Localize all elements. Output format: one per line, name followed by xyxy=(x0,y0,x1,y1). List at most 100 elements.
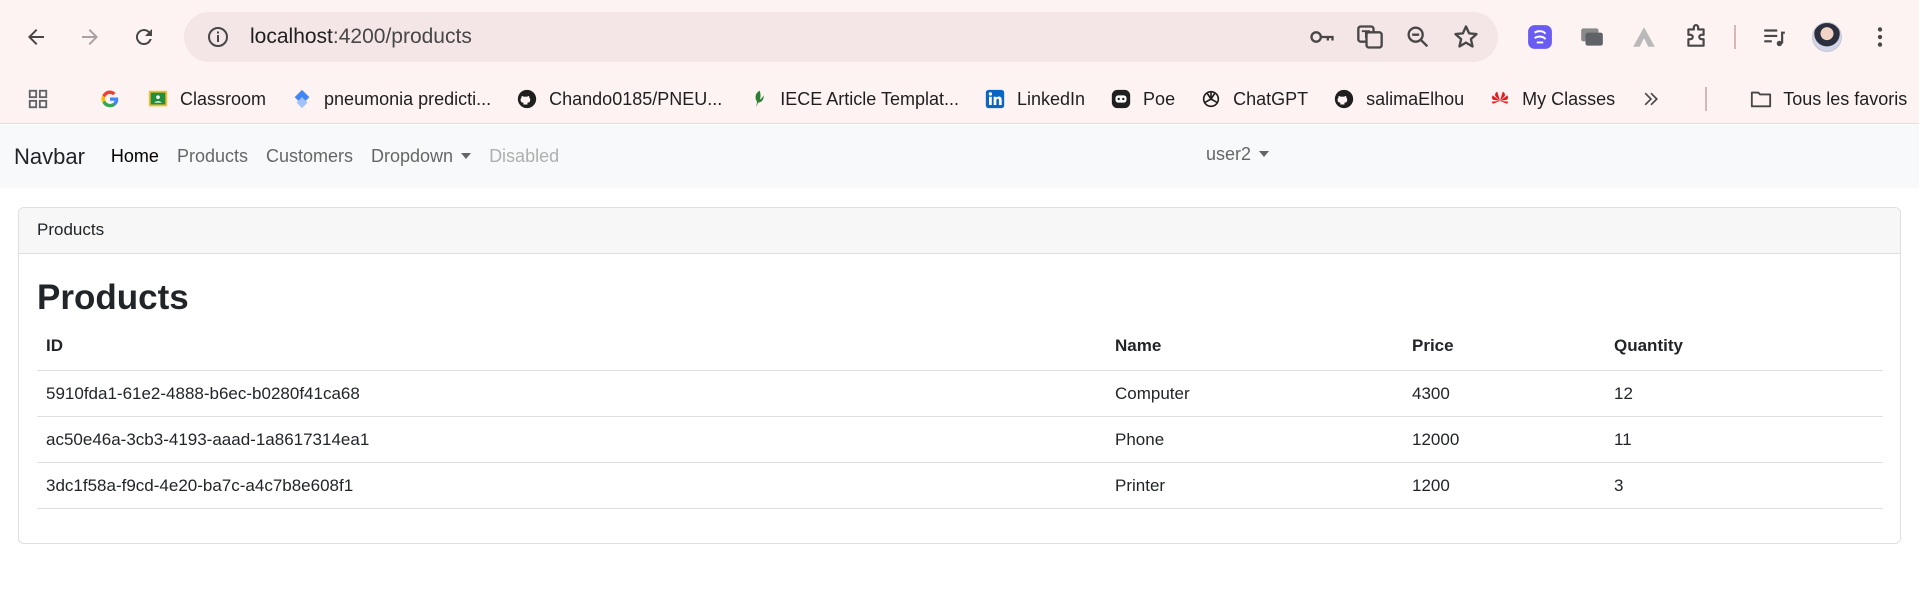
bookmarks-overflow-button[interactable] xyxy=(1639,87,1663,111)
products-table: ID Name Price Quantity 5910fda1-61e2-488… xyxy=(37,336,1883,509)
table-header-row: ID Name Price Quantity xyxy=(37,336,1883,371)
bookmark-linkedin[interactable]: LinkedIn xyxy=(983,87,1085,111)
extensions-puzzle-icon[interactable] xyxy=(1682,23,1710,51)
nav-dropdown[interactable]: Dropdown xyxy=(371,146,472,167)
column-header-quantity: Quantity xyxy=(1605,336,1883,371)
bookmark-label: Poe xyxy=(1143,88,1176,109)
forward-arrow-icon xyxy=(82,29,98,45)
page-title: Products xyxy=(37,278,189,317)
url-path: :4200/products xyxy=(332,25,472,48)
bookmark-chando[interactable]: Chando0185/PNEU... xyxy=(515,87,722,111)
cell-quantity: 11 xyxy=(1605,416,1883,463)
user-dropdown[interactable]: user2 xyxy=(1206,144,1270,165)
profile-avatar[interactable] xyxy=(1812,22,1842,52)
nav-link-customers[interactable]: Customers xyxy=(266,146,353,167)
column-header-name: Name xyxy=(1106,336,1403,371)
caret-down-icon xyxy=(461,153,472,159)
bookmark-salima[interactable]: salimaElhou xyxy=(1332,87,1464,111)
zoom-icon[interactable] xyxy=(1404,23,1432,51)
cell-price: 4300 xyxy=(1403,370,1605,417)
linkedin-icon xyxy=(983,87,1007,111)
all-bookmarks-button[interactable]: Tous les favoris xyxy=(1749,87,1907,111)
password-key-icon[interactable] xyxy=(1308,23,1336,51)
bookmark-label: Classroom xyxy=(180,88,267,109)
classroom-icon xyxy=(146,87,170,111)
cell-id: 5910fda1-61e2-4888-b6ec-b0280f41ca68 xyxy=(37,370,1106,417)
bookmark-label: IECE Article Templat... xyxy=(780,88,959,109)
address-bar[interactable]: localhost:4200/products xyxy=(184,12,1498,62)
navbar-brand[interactable]: Navbar xyxy=(14,144,85,170)
extension-blue-icon[interactable] xyxy=(1526,23,1554,51)
all-bookmarks-label: Tous les favoris xyxy=(1783,88,1908,109)
caret-down-icon xyxy=(1259,151,1270,157)
bookmark-label: salimaElhou xyxy=(1366,88,1465,109)
huawei-icon xyxy=(1488,87,1512,111)
github-icon xyxy=(515,87,539,111)
cell-name: Computer xyxy=(1106,370,1403,417)
cell-name: Phone xyxy=(1106,416,1403,463)
bookmark-label: My Classes xyxy=(1522,88,1616,109)
site-info-icon[interactable] xyxy=(206,25,230,49)
apps-button[interactable] xyxy=(26,87,50,111)
nav-link-disabled: Disabled xyxy=(489,146,560,166)
bookmark-star-icon[interactable] xyxy=(1452,23,1480,51)
browser-toolbar: localhost:4200/products xyxy=(0,0,1919,74)
cell-price: 1200 xyxy=(1403,462,1605,509)
google-icon xyxy=(98,87,122,111)
card-header: Products xyxy=(19,208,1900,254)
app-navbar: Navbar Home Products Customers Dropdown … xyxy=(0,125,1919,188)
card-body: Products ID Name Price Quantity 5910fda1… xyxy=(19,254,1900,509)
cell-price: 12000 xyxy=(1403,416,1605,463)
cell-id: 3dc1f58a-f9cd-4e20-ba7c-a4c7b8e608f1 xyxy=(37,462,1106,509)
bookmarks-bar: Classroom pneumonia predicti... Chando01… xyxy=(0,74,1919,124)
url-host: localhost xyxy=(250,25,333,48)
reload-button[interactable] xyxy=(122,15,166,59)
bookmark-label: ChatGPT xyxy=(1233,88,1309,109)
cell-quantity: 12 xyxy=(1605,370,1883,417)
github-icon xyxy=(1332,87,1356,111)
user-name: user2 xyxy=(1206,144,1252,164)
bookmark-poe[interactable]: Poe xyxy=(1109,87,1175,111)
apps-grid-icon xyxy=(26,87,50,111)
bookmark-classroom[interactable]: Classroom xyxy=(146,87,266,111)
cell-name: Printer xyxy=(1106,462,1403,509)
bookmark-my-classes[interactable]: My Classes xyxy=(1488,87,1615,111)
table-row: 3dc1f58a-f9cd-4e20-ba7c-a4c7b8e608f1 Pri… xyxy=(37,462,1883,509)
bookmark-chatgpt[interactable]: ChatGPT xyxy=(1199,87,1308,111)
bookmark-label: LinkedIn xyxy=(1016,88,1086,109)
url-text[interactable]: localhost:4200/products xyxy=(250,25,1308,49)
bookmark-google[interactable] xyxy=(98,87,122,111)
forward-button[interactable] xyxy=(68,15,112,59)
bookmark-label: Chando0185/PNEU... xyxy=(549,88,723,109)
bookmark-iece[interactable]: IECE Article Templat... xyxy=(746,87,959,111)
browser-chrome: localhost:4200/products Classroom pneumo… xyxy=(0,0,1919,124)
bookmark-pneumonia[interactable]: pneumonia predicti... xyxy=(290,87,491,111)
nav-link-products[interactable]: Products xyxy=(177,146,248,167)
back-button[interactable] xyxy=(14,15,58,59)
cell-quantity: 3 xyxy=(1605,462,1883,509)
nav-link-home[interactable]: Home xyxy=(111,146,159,167)
double-chevron-right-icon xyxy=(1639,87,1663,111)
nav-dropdown-label: Dropdown xyxy=(371,146,454,166)
translate-icon[interactable] xyxy=(1356,23,1384,51)
bookmark-label: pneumonia predicti... xyxy=(324,88,492,109)
bookmarks-divider xyxy=(1705,87,1708,111)
leaf-icon xyxy=(746,87,770,111)
reading-list-icon[interactable] xyxy=(1760,23,1788,51)
menu-kebab-icon[interactable] xyxy=(1866,23,1894,51)
folder-icon xyxy=(1749,87,1773,111)
cell-id: ac50e46a-3cb3-4193-aaad-1a8617314ea1 xyxy=(37,416,1106,463)
reload-icon xyxy=(135,29,152,46)
column-header-price: Price xyxy=(1403,336,1605,371)
column-header-id: ID xyxy=(37,336,1106,371)
toolbar-separator xyxy=(1734,25,1736,49)
extension-window-icon[interactable] xyxy=(1578,23,1606,51)
poe-icon xyxy=(1109,87,1133,111)
back-arrow-icon xyxy=(28,29,44,45)
products-card: Products Products ID Name Price Quantity… xyxy=(18,207,1901,544)
diamond-icon xyxy=(290,87,314,111)
table-row: ac50e46a-3cb3-4193-aaad-1a8617314ea1 Pho… xyxy=(37,416,1883,463)
table-row: 5910fda1-61e2-4888-b6ec-b0280f41ca68 Com… xyxy=(37,370,1883,417)
extension-triangle-icon[interactable] xyxy=(1630,23,1658,51)
chatgpt-icon xyxy=(1199,87,1223,111)
